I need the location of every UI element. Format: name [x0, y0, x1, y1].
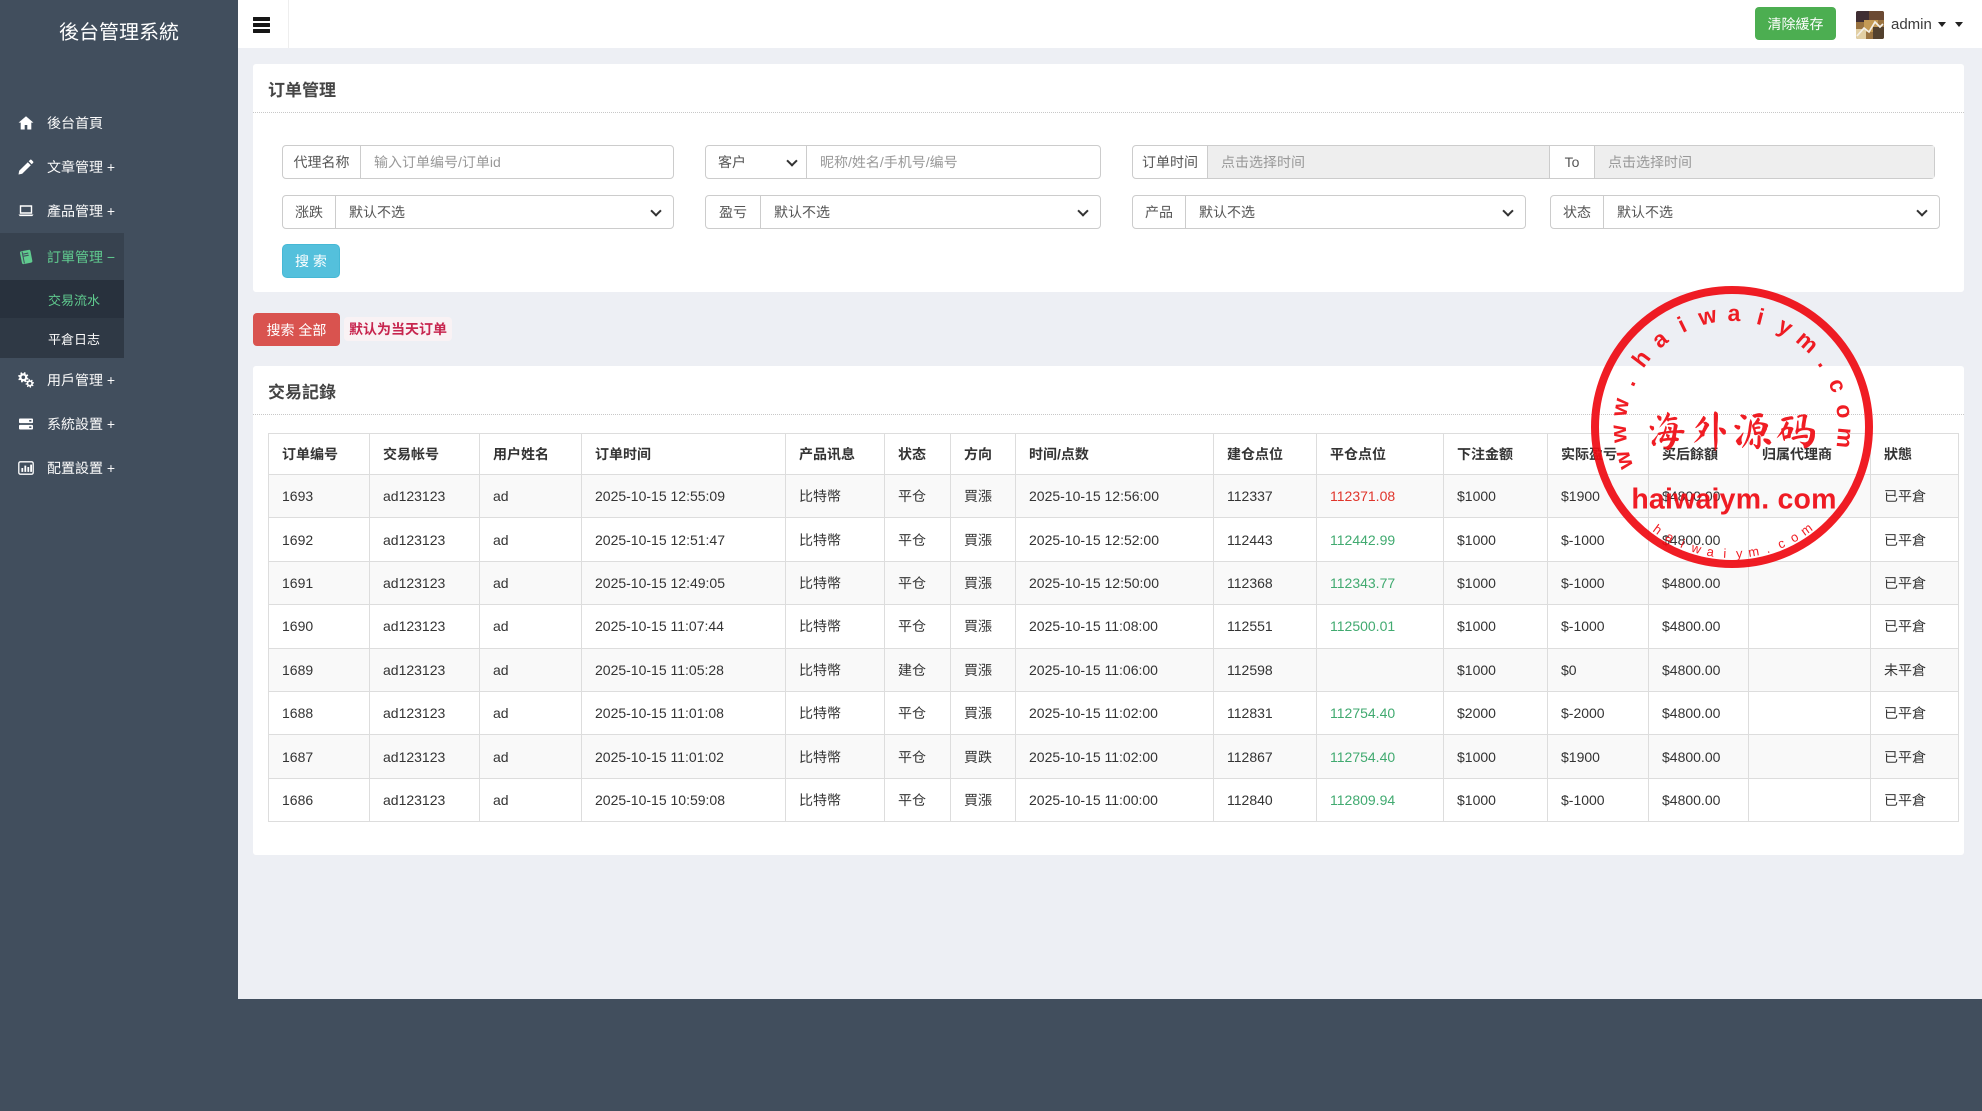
- svg-text:i: i: [1723, 546, 1727, 561]
- svg-text:.: .: [1614, 373, 1640, 389]
- svg-text:w: w: [1689, 540, 1704, 557]
- svg-text:c: c: [1824, 375, 1853, 397]
- svg-text:i: i: [1679, 536, 1688, 551]
- svg-text:haiwaiym. com: haiwaiym. com: [1631, 484, 1836, 516]
- svg-text:海外源码: 海外源码: [1646, 410, 1818, 452]
- svg-text:a: a: [1706, 544, 1716, 560]
- svg-text:m: m: [1791, 325, 1824, 358]
- svg-text:w: w: [1608, 448, 1638, 474]
- svg-text:y: y: [1736, 546, 1744, 561]
- svg-text:h: h: [1626, 345, 1655, 372]
- svg-text:m: m: [1832, 427, 1860, 450]
- svg-text:i: i: [1754, 303, 1767, 330]
- svg-text:m: m: [1747, 543, 1760, 560]
- svg-text:i: i: [1673, 311, 1690, 337]
- svg-text:a: a: [1727, 300, 1740, 326]
- svg-text:a: a: [1646, 325, 1673, 353]
- svg-text:y: y: [1774, 312, 1798, 341]
- svg-text:w: w: [1605, 396, 1634, 419]
- svg-text:.: .: [1813, 352, 1838, 372]
- svg-text:w: w: [1695, 301, 1719, 330]
- svg-text:o: o: [1787, 529, 1801, 546]
- svg-text:.: .: [1764, 541, 1772, 556]
- svg-text:o: o: [1831, 402, 1859, 420]
- svg-text:c: c: [1775, 535, 1787, 552]
- svg-text:w: w: [1605, 424, 1632, 445]
